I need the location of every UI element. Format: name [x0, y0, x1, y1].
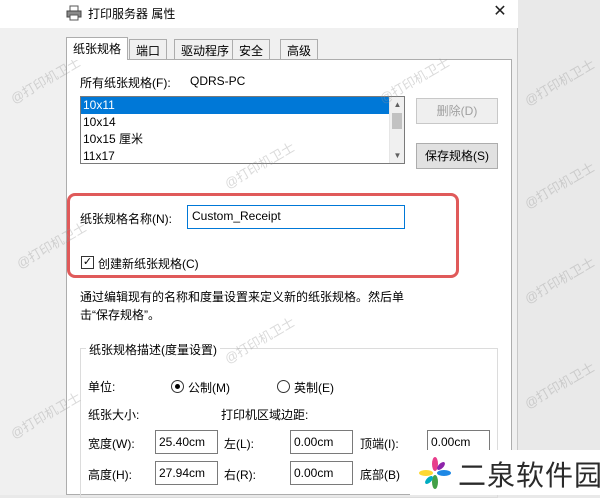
title-bar: 打印服务器 属性 ✕: [0, 0, 518, 28]
left-margin-label: 左(L):: [224, 437, 255, 451]
forms-listbox[interactable]: 10x11 10x14 10x15 厘米 11x17 ▲ ▼: [80, 96, 405, 164]
close-button[interactable]: ✕: [488, 2, 512, 24]
scroll-up-icon[interactable]: ▲: [390, 97, 404, 112]
create-new-form-checkbox[interactable]: ✓: [81, 256, 94, 269]
list-item[interactable]: 10x15 厘米: [81, 131, 404, 148]
metric-label: 公制(M): [188, 381, 230, 395]
watermark: @打印机卫士: [521, 254, 598, 307]
all-forms-label: 所有纸张规格(F):: [80, 76, 171, 90]
brand-logo: 二泉软件园: [410, 450, 600, 495]
width-field[interactable]: 25.40cm: [155, 430, 218, 454]
save-form-button[interactable]: 保存规格(S): [416, 143, 498, 169]
right-margin-field[interactable]: 0.00cm: [290, 461, 353, 485]
listbox-scrollbar[interactable]: ▲ ▼: [389, 97, 404, 163]
pinwheel-logo-icon: [419, 457, 451, 489]
tab-forms[interactable]: 纸张规格: [66, 37, 129, 60]
form-name-input[interactable]: Custom_Receipt: [187, 205, 405, 229]
english-label: 英制(E): [294, 381, 334, 395]
list-item[interactable]: 11x17: [81, 148, 404, 163]
top-margin-label: 顶端(I):: [360, 437, 399, 451]
list-item[interactable]: 10x14: [81, 114, 404, 131]
tab-security[interactable]: 安全: [232, 39, 271, 59]
brand-name: 二泉软件园: [458, 460, 600, 491]
tab-drivers[interactable]: 驱动程序: [174, 39, 237, 59]
forms-tab-panel: 所有纸张规格(F): QDRS-PC 10x11 10x14 10x15 厘米 …: [66, 59, 512, 498]
tab-advanced[interactable]: 高级: [280, 39, 319, 59]
left-margin-field[interactable]: 0.00cm: [290, 430, 353, 454]
tab-label: 端口: [136, 44, 161, 58]
watermark: @打印机卫士: [521, 56, 598, 109]
delete-button[interactable]: 删除(D): [416, 98, 498, 124]
paper-size-label: 纸张大小:: [88, 408, 140, 422]
tab-label: 纸张规格: [73, 42, 122, 56]
description-line-1: 通过编辑现有的名称和度量设置来定义新的纸张规格。然后单: [80, 290, 405, 304]
tab-ports[interactable]: 端口: [129, 39, 168, 59]
tab-label: 高级: [287, 44, 312, 58]
right-margin-label: 右(R):: [224, 468, 256, 482]
english-radio[interactable]: [277, 380, 290, 393]
metric-radio[interactable]: [171, 380, 184, 393]
bottom-margin-label: 底部(B): [360, 468, 400, 482]
tab-label: 驱动程序: [181, 44, 230, 58]
height-label: 高度(H):: [88, 468, 132, 482]
group-title: 纸张规格描述(度量设置): [86, 341, 220, 358]
tab-label: 安全: [239, 44, 264, 58]
description-line-2: 击“保存规格”。: [80, 308, 160, 322]
close-icon: ✕: [493, 3, 507, 20]
list-item[interactable]: 10x11: [81, 97, 404, 114]
server-name: QDRS-PC: [190, 74, 246, 88]
width-label: 宽度(W):: [88, 437, 135, 451]
scroll-thumb[interactable]: [392, 113, 402, 129]
printer-server-properties-window: 打印服务器 属性 ✕ 纸张规格 端口 驱动程序 安全 高级 所有纸张规格(F):…: [0, 0, 518, 498]
printer-icon: [66, 5, 82, 21]
radio-dot: [175, 384, 180, 389]
margins-label: 打印机区域边距:: [221, 408, 309, 422]
window-title: 打印服务器 属性: [88, 7, 176, 21]
form-name-label: 纸张规格名称(N):: [80, 212, 172, 226]
units-label: 单位:: [88, 380, 116, 394]
watermark: @打印机卫士: [521, 359, 598, 412]
create-new-form-label: 创建新纸张规格(C): [98, 257, 199, 271]
scroll-down-icon[interactable]: ▼: [390, 148, 404, 163]
watermark: @打印机卫士: [521, 159, 598, 212]
height-field[interactable]: 27.94cm: [155, 461, 218, 485]
